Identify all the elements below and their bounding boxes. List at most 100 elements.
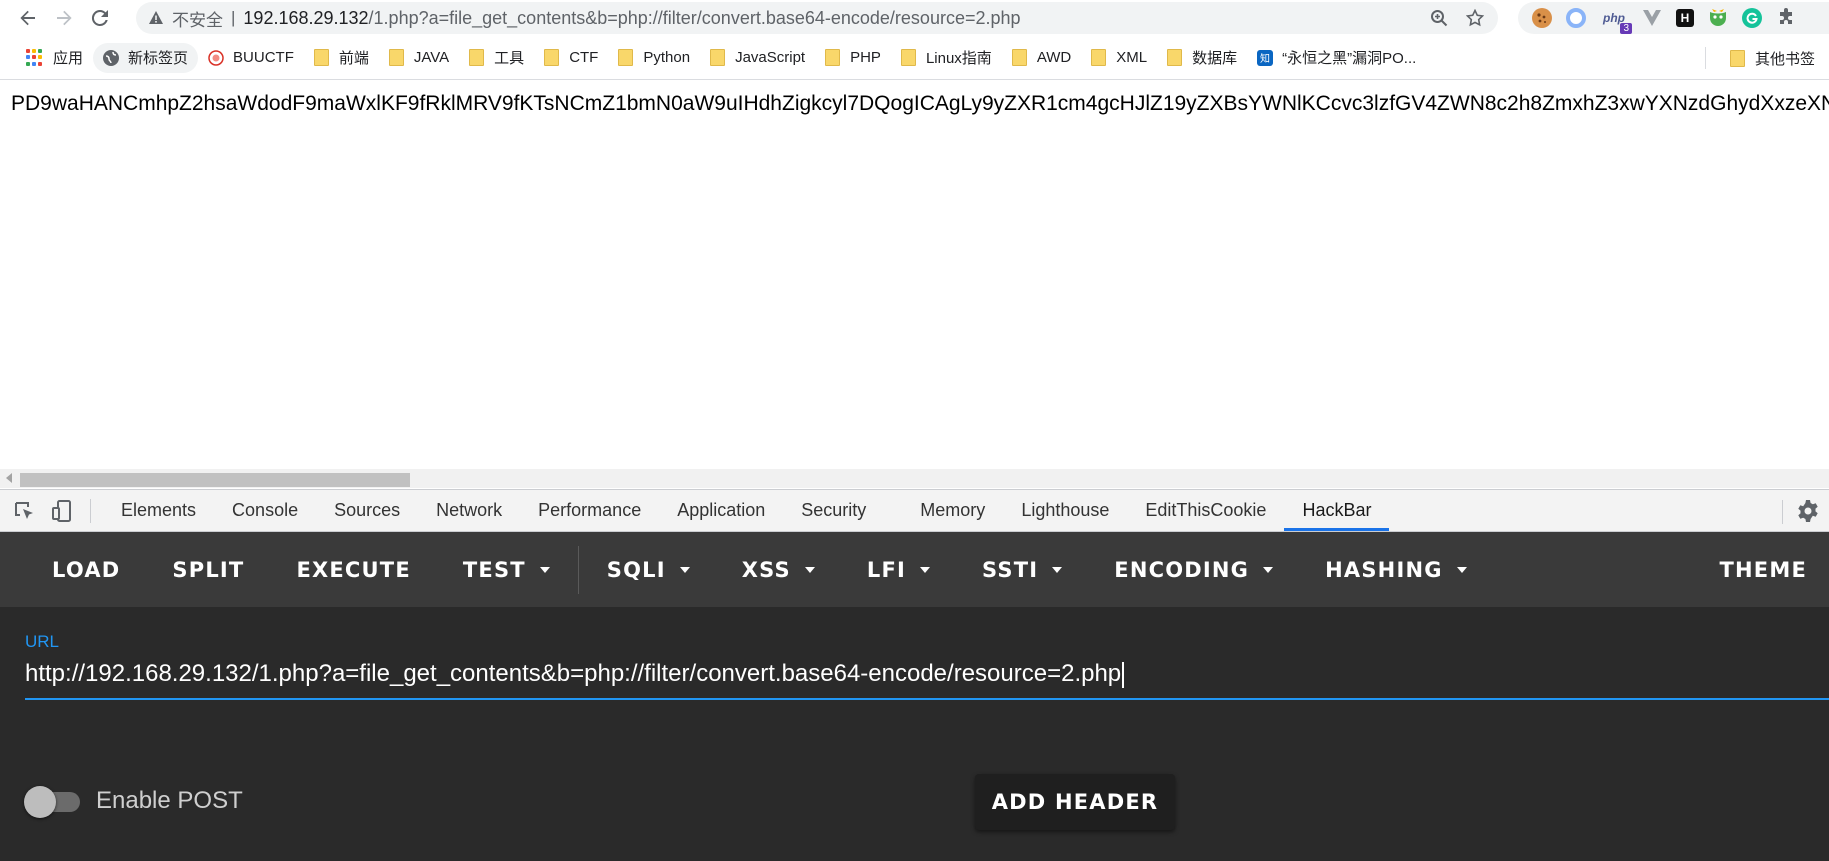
bookmark-folder-awd[interactable]: AWD [1002,43,1081,73]
bookmark-folder-linux[interactable]: Linux指南 [891,43,1002,73]
horizontal-scrollbar[interactable] [0,469,1829,488]
tab-application[interactable]: Application [659,490,783,531]
bookmark-folder-python[interactable]: Python [608,43,700,73]
grammarly-icon[interactable] [1742,8,1762,28]
bookmark-folder-javascript[interactable]: JavaScript [700,43,815,73]
zhihu-icon: 知 [1257,49,1274,66]
cookie-extension-icon[interactable] [1532,8,1552,28]
tab-security[interactable]: Security [783,490,884,531]
inspect-element-icon[interactable] [10,497,38,525]
bookmark-folder-other[interactable]: 其他书签 [1720,43,1829,73]
split-button[interactable]: SPLIT [146,532,270,607]
sqli-dropdown[interactable]: SQLI [581,532,716,607]
bookmark-folder-xml[interactable]: XML [1081,43,1157,73]
omnibox-actions [1430,2,1484,34]
url-field-label: URL [25,632,60,651]
bookmark-folder-php[interactable]: PHP [815,43,891,73]
tab-network[interactable]: Network [418,490,520,531]
tab-console[interactable]: Console [214,490,316,531]
url-path[interactable]: /1.php?a=file_get_contents&b=php://filte… [369,8,1021,29]
scroll-left-icon[interactable] [6,473,12,483]
xss-dropdown[interactable]: XSS [716,532,841,607]
vue-devtools-icon[interactable] [1642,8,1662,28]
buuctf-logo-icon [208,49,224,66]
lfi-dropdown[interactable]: LFI [841,532,956,607]
test-label: TEST [462,557,526,582]
device-toolbar-icon[interactable] [48,497,76,525]
enable-post-toggle[interactable]: Enable POST [24,784,243,818]
chevron-down-icon [804,566,815,573]
bookmark-label: 工具 [494,50,525,67]
sqli-label: SQLI [606,557,666,582]
folder-icon [710,49,726,66]
tab-memory[interactable]: Memory [902,490,1003,531]
scrollbar-thumb[interactable] [20,473,410,487]
tab-elements[interactable]: Elements [103,490,214,531]
theme-button[interactable]: THEME [1694,532,1829,607]
test-dropdown[interactable]: TEST [437,532,576,607]
bookmark-zhihu-article[interactable]: 知 “永恒之黑”漏洞PO... [1247,43,1426,73]
page-output-text: PD9waHANCmhpZ2hsaWdodF9maWxlKF9fRklMRV9f… [11,92,1829,115]
bookmark-apps[interactable]: 应用 [16,43,93,73]
security-label[interactable]: 不安全 [172,6,223,31]
ring-extension-icon[interactable] [1566,8,1586,28]
mask-extension-icon[interactable] [1708,8,1728,28]
reload-icon [91,9,108,26]
load-button[interactable]: LOAD [0,532,146,607]
chevron-down-icon [1456,566,1467,573]
bookmark-label: PHP [850,49,881,66]
text-cursor [1122,662,1125,688]
switch-knob [24,786,56,818]
url-host[interactable]: 192.168.29.132 [243,8,368,29]
folder-icon [1011,49,1027,66]
php-extension-icon[interactable]: php 3 [1600,8,1632,34]
h-extension-icon[interactable]: H [1676,9,1694,27]
tab-performance[interactable]: Performance [520,490,659,531]
bookmark-folder-frontend[interactable]: 前端 [304,43,379,73]
globe-icon [103,49,120,66]
back-button[interactable] [14,4,42,32]
bookmark-folder-ctf[interactable]: CTF [534,43,608,73]
warning-icon[interactable] [148,10,164,26]
folder-icon [618,49,634,66]
url-input[interactable]: http://192.168.29.132/1.php?a=file_get_c… [25,660,1829,688]
page-content: PD9waHANCmhpZ2hsaWdodF9maWxlKF9fRklMRV9f… [0,80,1829,468]
load-label: LOAD [52,557,121,582]
forward-arrow-icon [57,10,72,26]
post-switch[interactable] [24,784,84,818]
folder-icon [900,49,916,66]
bookmark-label: CTF [569,49,599,66]
tab-lighthouse[interactable]: Lighthouse [1003,490,1127,531]
chevron-down-icon [920,566,931,573]
folder-icon [313,49,329,66]
bookmark-new-tab[interactable]: 新标签页 [93,42,199,73]
encoding-label: ENCODING [1114,557,1250,582]
encoding-dropdown[interactable]: ENCODING [1088,532,1299,607]
apps-grid-icon [26,48,44,67]
bookmarks-divider [1704,47,1706,69]
bookmark-label: 前端 [338,50,369,67]
bookmark-buuctf[interactable]: BUUCTF [198,43,304,73]
hashing-dropdown[interactable]: HASHING [1299,532,1493,607]
bookmark-star-icon[interactable] [1466,9,1484,27]
bookmark-folder-java[interactable]: JAVA [379,43,459,73]
bookmark-folder-tools[interactable]: 工具 [459,43,534,73]
ssti-dropdown[interactable]: SSTI [956,532,1088,607]
folder-icon [1167,49,1183,66]
execute-button[interactable]: EXECUTE [270,532,436,607]
forward-button[interactable] [50,4,78,32]
tab-hackbar[interactable]: HackBar [1284,490,1390,531]
extensions-puzzle-icon[interactable] [1776,8,1796,28]
bookmark-label: “永恒之黑”漏洞PO... [1282,50,1417,67]
add-header-button[interactable]: ADD HEADER [975,774,1175,830]
tab-editthiscookie[interactable]: EditThisCookie [1127,490,1284,531]
svg-text:知: 知 [1260,52,1270,65]
settings-gear-icon[interactable] [1795,498,1821,524]
bookmark-folder-database[interactable]: 数据库 [1157,43,1247,73]
tab-sources[interactable]: Sources [316,490,418,531]
address-bar[interactable]: 不安全 | 192.168.29.132/1.php?a=file_get_co… [136,2,1498,34]
zoom-icon[interactable] [1430,9,1448,27]
reload-button[interactable] [86,4,114,32]
url-field[interactable]: URL http://192.168.29.132/1.php?a=file_g… [25,632,1829,688]
add-header-label: ADD HEADER [991,790,1159,814]
